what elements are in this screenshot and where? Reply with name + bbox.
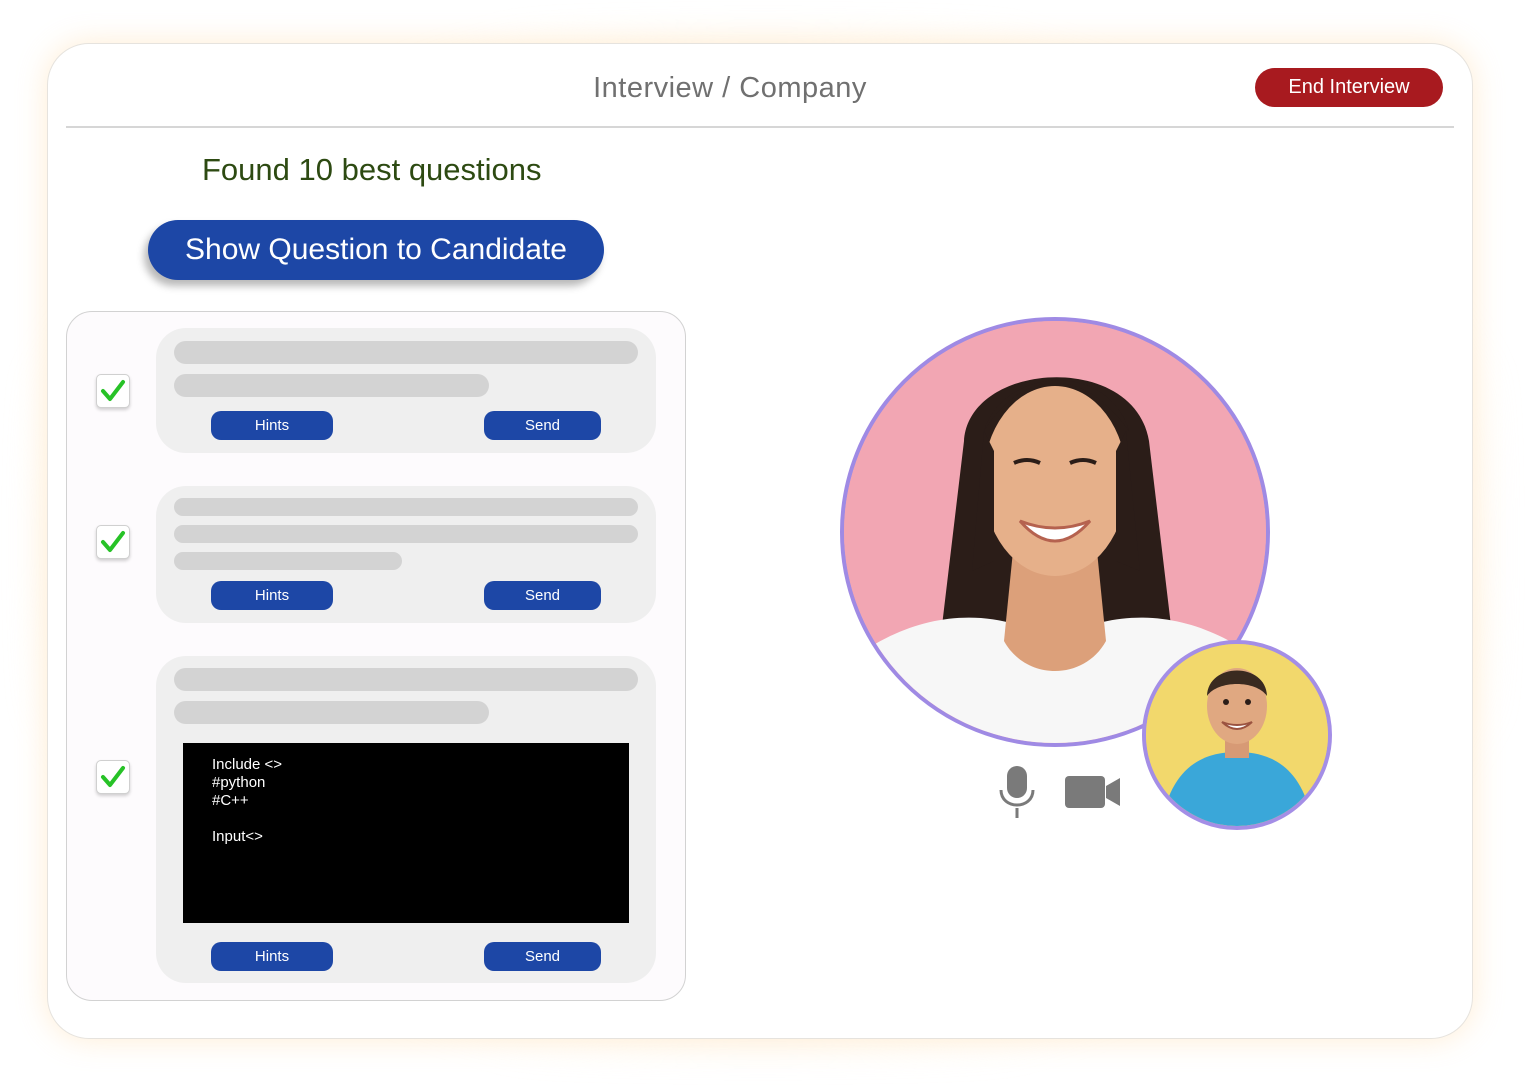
question-text-placeholder	[174, 525, 638, 543]
hints-button[interactable]: Hints	[211, 581, 333, 610]
interviewer-avatar-icon	[1146, 644, 1328, 826]
question-text-placeholder	[174, 668, 638, 691]
send-button[interactable]: Send	[484, 581, 601, 610]
question-text-placeholder	[174, 341, 638, 364]
code-line: #C++	[212, 792, 249, 809]
code-line: Include <>	[212, 756, 283, 773]
code-line: Input<>	[212, 828, 263, 845]
show-question-button[interactable]: Show Question to Candidate	[148, 220, 604, 280]
question-card: Hints Send	[156, 486, 656, 623]
question-text-placeholder	[174, 374, 489, 397]
end-interview-button[interactable]: End Interview	[1255, 68, 1443, 107]
question-text-placeholder	[174, 552, 402, 570]
send-button[interactable]: Send	[484, 411, 601, 440]
microphone-icon	[999, 766, 1035, 818]
microphone-button[interactable]	[997, 764, 1037, 825]
hints-button[interactable]: Hints	[211, 942, 333, 971]
hints-button[interactable]: Hints	[211, 411, 333, 440]
question-3-checkbox[interactable]	[96, 760, 130, 794]
page-title: Interview / Company	[593, 72, 867, 104]
checkmark-icon	[101, 766, 125, 787]
checkmark-icon	[101, 380, 125, 401]
question-2-checkbox[interactable]	[96, 525, 130, 559]
code-editor[interactable]: Include <> #python #C++ Input<>	[183, 743, 629, 923]
question-1-checkbox[interactable]	[96, 374, 130, 408]
question-text-placeholder	[174, 498, 638, 516]
found-questions-text: Found 10 best questions	[202, 152, 542, 187]
interviewer-video	[1142, 640, 1332, 830]
send-button[interactable]: Send	[484, 942, 601, 971]
camera-icon	[1065, 776, 1120, 808]
checkmark-icon	[101, 531, 125, 552]
camera-button[interactable]	[1064, 774, 1122, 815]
header-divider	[66, 126, 1454, 128]
code-line: #python	[212, 774, 266, 791]
question-text-placeholder	[174, 701, 489, 724]
question-card: Hints Send	[156, 328, 656, 453]
